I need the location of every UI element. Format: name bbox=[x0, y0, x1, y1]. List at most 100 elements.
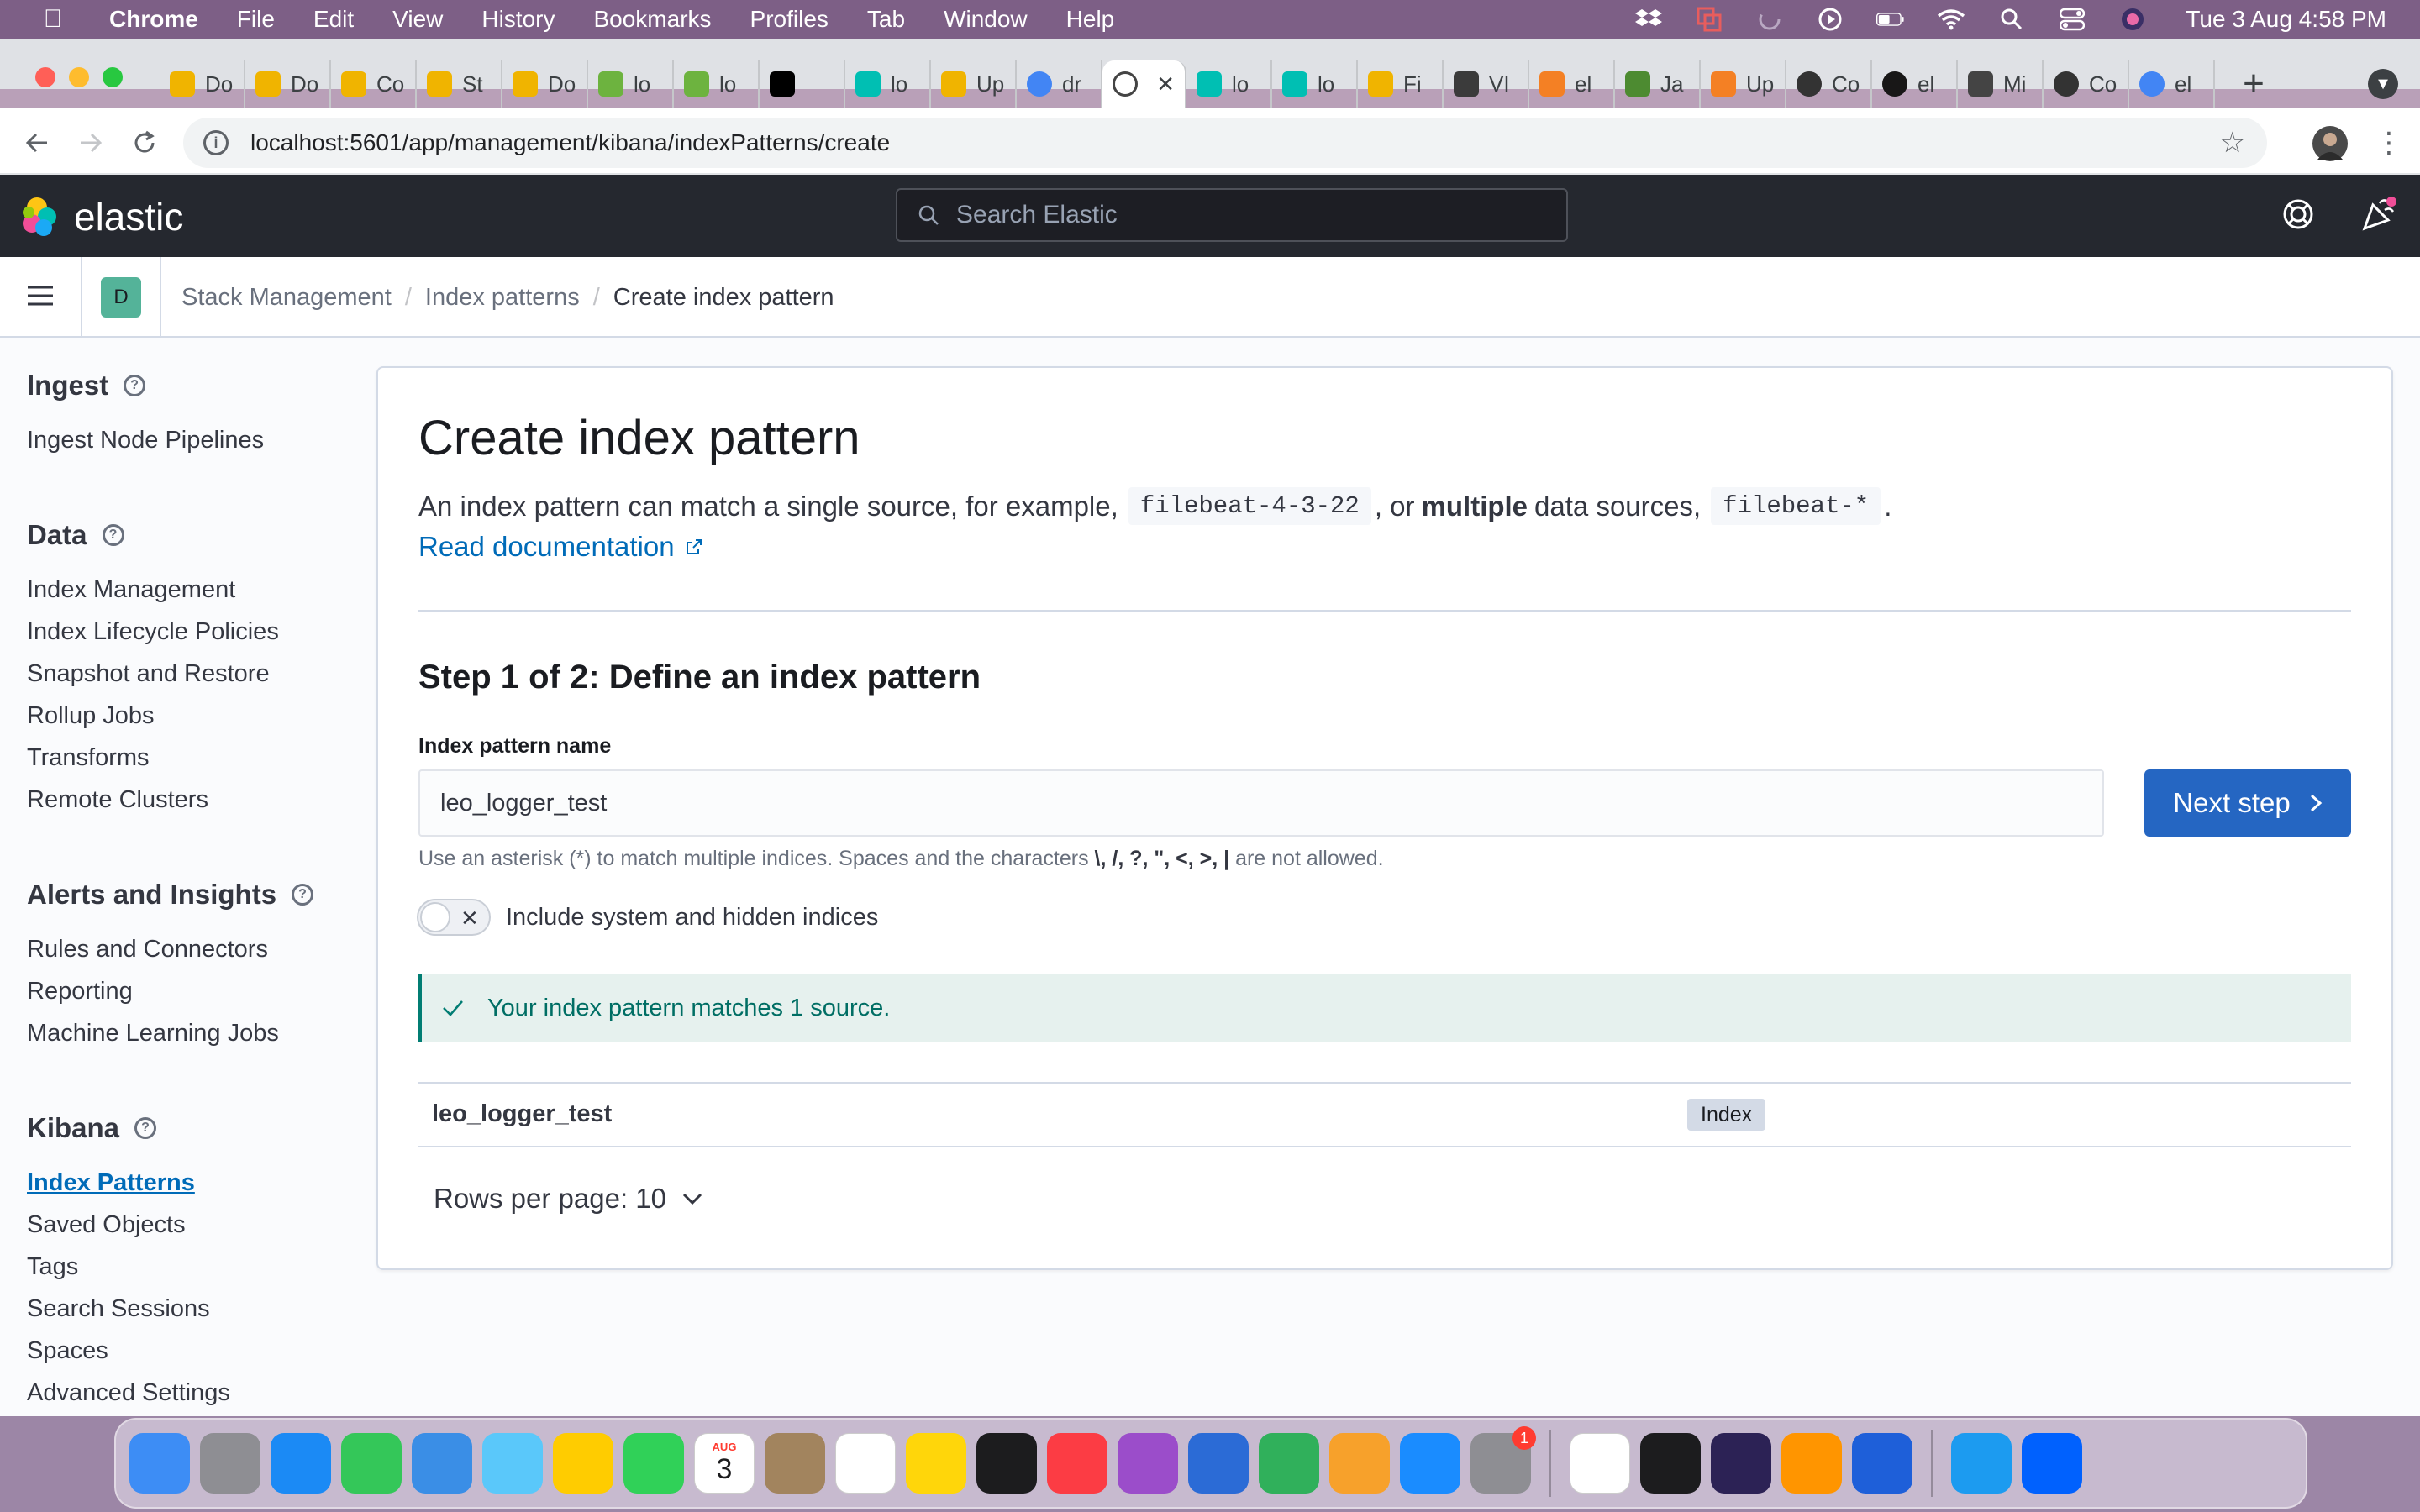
nav-rules-and-connectors[interactable]: Rules and Connectors bbox=[27, 936, 268, 963]
dock-eclipse-icon[interactable] bbox=[1711, 1433, 1771, 1494]
browser-tab[interactable]: Do bbox=[245, 60, 331, 108]
menu-profiles[interactable]: Profiles bbox=[750, 6, 829, 33]
dock-podcasts-icon[interactable] bbox=[1118, 1433, 1178, 1494]
nav-machine-learning-jobs[interactable]: Machine Learning Jobs bbox=[27, 1020, 279, 1047]
bookmark-star-icon[interactable]: ☆ bbox=[2220, 126, 2245, 160]
dock-sublime-text-icon[interactable] bbox=[1781, 1433, 1842, 1494]
spotlight-icon[interactable] bbox=[1997, 7, 2026, 32]
browser-tab[interactable]: Up bbox=[1701, 60, 1786, 108]
dock-system-preferences-icon[interactable]: 1 bbox=[1470, 1426, 1536, 1494]
dock-notes-icon[interactable] bbox=[906, 1433, 966, 1494]
dock-safari-icon[interactable] bbox=[271, 1433, 331, 1494]
include-hidden-indices-toggle[interactable]: ✕ bbox=[417, 899, 491, 936]
reload-button[interactable] bbox=[128, 126, 161, 160]
rows-per-page-selector[interactable]: Rows per page: 10 bbox=[434, 1183, 703, 1215]
nav-index-management[interactable]: Index Management bbox=[27, 576, 235, 604]
browser-tab[interactable]: Up bbox=[931, 60, 1017, 108]
window-close-button[interactable] bbox=[35, 67, 55, 87]
browser-tab[interactable] bbox=[760, 60, 845, 108]
browser-tab[interactable]: lo bbox=[845, 60, 931, 108]
dock-messages-icon[interactable] bbox=[341, 1433, 402, 1494]
control-center-icon[interactable] bbox=[2058, 7, 2086, 32]
dock-tv-icon[interactable] bbox=[976, 1433, 1037, 1494]
browser-tab[interactable]: el bbox=[2129, 60, 2215, 108]
dock-chrome-icon[interactable] bbox=[1570, 1433, 1630, 1494]
read-documentation-link[interactable]: Read documentation bbox=[418, 531, 703, 563]
battery-icon[interactable] bbox=[1876, 7, 1905, 32]
nav-remote-clusters[interactable]: Remote Clusters bbox=[27, 786, 208, 814]
next-step-button[interactable]: Next step bbox=[2144, 769, 2351, 837]
window-zoom-button[interactable] bbox=[103, 67, 123, 87]
new-tab-button[interactable]: + bbox=[2235, 63, 2272, 104]
menu-view[interactable]: View bbox=[392, 6, 443, 33]
browser-tab[interactable]: el bbox=[1529, 60, 1615, 108]
menu-history[interactable]: History bbox=[481, 6, 555, 33]
dock-contacts-icon[interactable] bbox=[765, 1433, 825, 1494]
browser-tab[interactable]: ✕ bbox=[1102, 60, 1186, 108]
hamburger-menu-icon[interactable] bbox=[25, 281, 55, 311]
menu-window[interactable]: Window bbox=[944, 6, 1028, 33]
dock-mail-icon[interactable] bbox=[412, 1433, 472, 1494]
browser-tab[interactable]: Do bbox=[502, 60, 588, 108]
browser-tab[interactable]: lo bbox=[588, 60, 674, 108]
browser-tab[interactable]: Co bbox=[331, 60, 417, 108]
nav-rollup-jobs[interactable]: Rollup Jobs bbox=[27, 702, 155, 730]
browser-tab[interactable]: St bbox=[417, 60, 502, 108]
site-info-icon[interactable]: i bbox=[203, 130, 229, 155]
siri-icon[interactable] bbox=[2118, 7, 2147, 32]
nav-snapshot-and-restore[interactable]: Snapshot and Restore bbox=[27, 660, 270, 688]
menu-app-chrome[interactable]: Chrome bbox=[109, 6, 198, 33]
play-status-icon[interactable] bbox=[1816, 7, 1844, 32]
dock-calendar-icon[interactable]: AUG 3 bbox=[694, 1433, 755, 1494]
help-icon[interactable]: ? bbox=[292, 884, 314, 906]
index-pattern-name-input[interactable] bbox=[418, 769, 2104, 837]
apple-icon[interactable]:  bbox=[34, 0, 72, 39]
nav-transforms[interactable]: Transforms bbox=[27, 744, 150, 772]
dock-tweetbot-icon[interactable] bbox=[1951, 1433, 2012, 1494]
nav-search-sessions[interactable]: Search Sessions bbox=[27, 1295, 210, 1323]
url-text[interactable]: localhost:5601/app/management/kibana/ind… bbox=[250, 129, 890, 156]
tab-search-button[interactable]: ▼ bbox=[2368, 69, 2398, 99]
dock-app-store-icon[interactable] bbox=[1400, 1433, 1460, 1494]
menu-tab[interactable]: Tab bbox=[867, 6, 905, 33]
browser-tab[interactable]: dr bbox=[1017, 60, 1102, 108]
menu-file[interactable]: File bbox=[237, 6, 275, 33]
browser-tab[interactable]: Mi bbox=[1958, 60, 2044, 108]
window-minimize-button[interactable] bbox=[69, 67, 89, 87]
browser-tab[interactable]: Co bbox=[2044, 60, 2129, 108]
dock-terminal-icon[interactable] bbox=[1640, 1433, 1701, 1494]
dock-keynote-icon[interactable] bbox=[1188, 1433, 1249, 1494]
browser-tab[interactable]: el bbox=[1872, 60, 1958, 108]
space-avatar[interactable]: D bbox=[101, 277, 141, 318]
dock-facetime-icon[interactable] bbox=[623, 1433, 684, 1494]
elastic-logo[interactable]: elastic bbox=[18, 193, 183, 240]
menu-bookmarks[interactable]: Bookmarks bbox=[593, 6, 711, 33]
close-tab-icon[interactable]: ✕ bbox=[1156, 71, 1175, 97]
help-menu-icon[interactable] bbox=[2281, 197, 2316, 232]
browser-menu-icon[interactable]: ⋮ bbox=[2375, 126, 2403, 160]
address-bar[interactable]: i localhost:5601/app/management/kibana/i… bbox=[183, 118, 2267, 168]
dock-reminders-icon[interactable] bbox=[835, 1433, 896, 1494]
browser-tab[interactable]: lo bbox=[1186, 60, 1272, 108]
nav-index-patterns[interactable]: Index Patterns bbox=[27, 1169, 195, 1197]
breadcrumb-stack-management[interactable]: Stack Management bbox=[182, 284, 392, 312]
nav-advanced-settings[interactable]: Advanced Settings bbox=[27, 1379, 230, 1407]
menubar-clock[interactable]: Tue 3 Aug 4:58 PM bbox=[2186, 6, 2386, 33]
wifi-icon[interactable] bbox=[1937, 7, 1965, 32]
help-icon[interactable]: ? bbox=[102, 524, 124, 546]
include-hidden-indices-label[interactable]: Include system and hidden indices bbox=[506, 904, 878, 932]
parallels-status-icon[interactable] bbox=[1695, 7, 1723, 32]
nav-reporting[interactable]: Reporting bbox=[27, 978, 133, 1005]
dock-maps-icon[interactable] bbox=[482, 1433, 543, 1494]
dock-music-icon[interactable] bbox=[1047, 1433, 1107, 1494]
nav-saved-objects[interactable]: Saved Objects bbox=[27, 1211, 186, 1239]
browser-tab[interactable]: lo bbox=[674, 60, 760, 108]
dropbox-status-icon[interactable] bbox=[1634, 7, 1663, 32]
help-icon[interactable]: ? bbox=[134, 1117, 157, 1139]
search-elastic-field[interactable]: Search Elastic bbox=[896, 188, 1568, 242]
nav-ingest-node-pipelines[interactable]: Ingest Node Pipelines bbox=[27, 427, 264, 454]
browser-tab[interactable]: Do bbox=[160, 60, 245, 108]
profile-avatar[interactable] bbox=[2312, 126, 2348, 161]
browser-tab[interactable]: Fi bbox=[1358, 60, 1444, 108]
forward-button[interactable] bbox=[74, 126, 108, 160]
